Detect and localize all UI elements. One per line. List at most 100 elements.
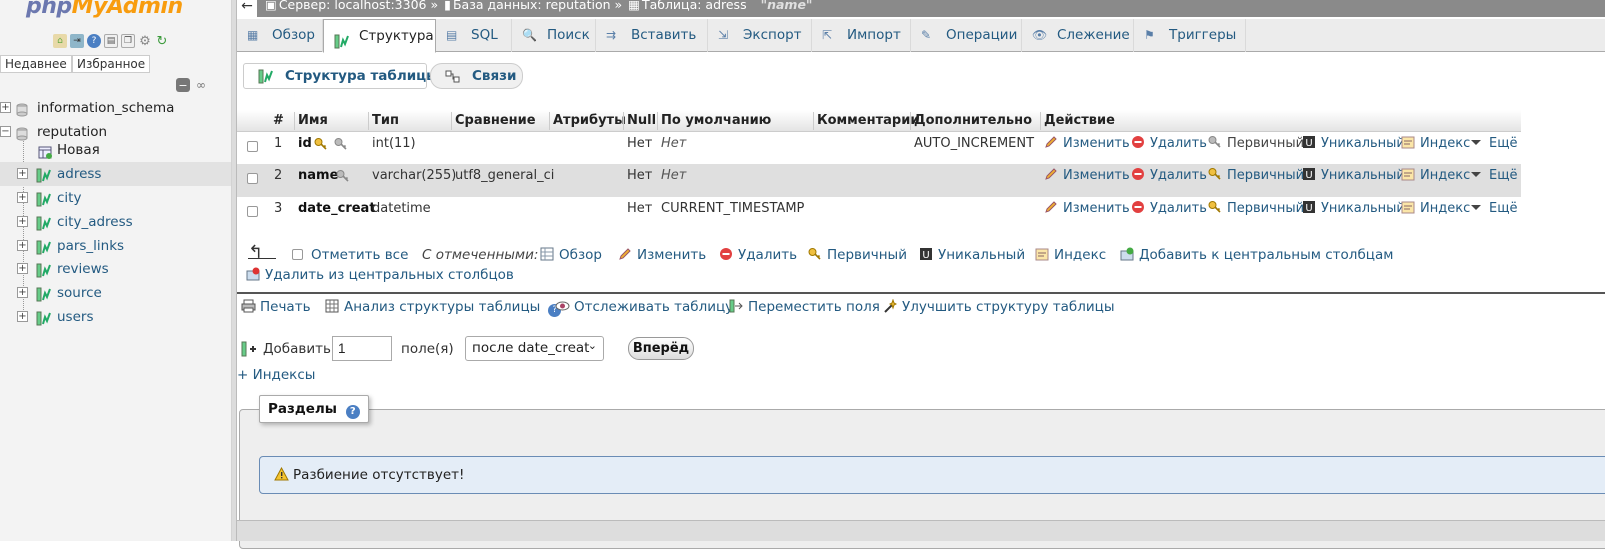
add-column-count-input[interactable] bbox=[332, 336, 392, 361]
column-header[interactable]: Тип bbox=[372, 110, 399, 132]
subtab-relations[interactable]: Связи bbox=[430, 63, 523, 89]
tab-4[interactable]: ⇉ Вставить bbox=[596, 19, 708, 52]
tree-table-item[interactable]: + adress bbox=[0, 162, 231, 186]
home-icon[interactable]: ⌂ bbox=[53, 34, 67, 48]
recent-button[interactable]: Недавнее bbox=[0, 55, 72, 73]
favorites-button[interactable]: Избранное bbox=[72, 55, 151, 73]
docs-icon[interactable]: ▤ bbox=[104, 34, 118, 48]
row-action-2[interactable]: Первичный bbox=[1208, 135, 1304, 153]
row-checkbox[interactable] bbox=[247, 206, 258, 217]
link-icon[interactable]: ∞ bbox=[194, 78, 208, 92]
expand-icon[interactable]: + bbox=[17, 216, 28, 227]
help-icon[interactable]: ? bbox=[345, 405, 360, 419]
phpmyadmin-logo[interactable]: phpMyAdmin bbox=[26, 0, 183, 19]
remove-central-columns-button[interactable]: Удалить из центральных столбцов bbox=[246, 266, 514, 284]
tree-table-item[interactable]: + city_adress bbox=[0, 210, 231, 234]
console-bar[interactable] bbox=[237, 520, 1605, 541]
row-action-3[interactable]: U Уникальный bbox=[1302, 135, 1405, 153]
column-name[interactable]: id bbox=[298, 135, 312, 153]
column-header[interactable]: Атрибуты bbox=[553, 110, 626, 132]
tab-2[interactable]: ▤ SQL bbox=[436, 19, 512, 52]
tab-1[interactable]: Структура bbox=[323, 19, 436, 53]
bulk-action-4[interactable]: U Уникальный bbox=[919, 246, 1025, 264]
column-position-select[interactable]: после date_creat ⌄ bbox=[465, 336, 604, 361]
tab-6[interactable]: ⇱ Импорт bbox=[812, 19, 911, 52]
back-arrow-icon[interactable]: ← bbox=[237, 0, 257, 17]
column-name[interactable]: name bbox=[298, 167, 338, 185]
column-name[interactable]: date_creat bbox=[298, 200, 376, 218]
tool-2[interactable]: Отслеживать таблицу bbox=[555, 298, 733, 316]
row-action-2[interactable]: Первичный bbox=[1208, 167, 1304, 185]
row-action-0[interactable]: Изменить bbox=[1044, 200, 1130, 218]
row-checkbox[interactable] bbox=[247, 141, 258, 152]
expand-icon[interactable]: + bbox=[0, 102, 11, 113]
tool-4[interactable]: Улучшить структуру таблицы bbox=[883, 298, 1114, 316]
gear-icon[interactable]: ⚙ bbox=[138, 34, 152, 48]
tree-new-table[interactable]: Новая bbox=[0, 138, 231, 162]
bulk-action-3[interactable]: Первичный bbox=[808, 246, 907, 264]
subtab-table-structure[interactable]: Структура таблицы bbox=[243, 63, 438, 89]
expand-icon[interactable]: + bbox=[17, 263, 28, 274]
column-header[interactable]: Сравнение bbox=[455, 110, 536, 132]
go-button[interactable]: Вперёд bbox=[628, 337, 694, 360]
row-action-4[interactable]: Индекс bbox=[1401, 135, 1470, 153]
bulk-action-2[interactable]: Удалить bbox=[719, 246, 797, 264]
bulk-action-6[interactable]: Добавить к центральным столбцам bbox=[1120, 246, 1393, 264]
logout-icon[interactable]: ⇥ bbox=[70, 34, 84, 48]
tab-8[interactable]: 👁 Слежение bbox=[1022, 19, 1134, 52]
bulk-action-1[interactable]: Изменить bbox=[618, 246, 706, 264]
expand-icon[interactable]: + bbox=[17, 168, 28, 179]
breadcrumb-table[interactable]: Таблица: adress bbox=[642, 0, 747, 12]
tree-table-item[interactable]: + city bbox=[0, 186, 231, 210]
bulk-action-5[interactable]: Индекс bbox=[1035, 246, 1106, 264]
expand-icon[interactable]: + bbox=[17, 311, 28, 322]
copy-icon[interactable]: ❐ bbox=[121, 34, 135, 48]
column-header[interactable]: Имя bbox=[298, 110, 328, 132]
check-all-label[interactable]: Отметить все bbox=[311, 246, 408, 264]
column-header[interactable]: Дополнительно bbox=[914, 110, 1032, 132]
tree-table-item[interactable]: + reviews bbox=[0, 257, 231, 281]
row-action-0[interactable]: Изменить bbox=[1044, 135, 1130, 153]
tab-5[interactable]: ⇲ Экспорт bbox=[708, 19, 812, 52]
expand-icon[interactable]: + bbox=[17, 287, 28, 298]
tab-7[interactable]: ✎ Операции bbox=[911, 19, 1022, 52]
tree-table-item[interactable]: + users bbox=[0, 305, 231, 329]
row-action-5[interactable]: Ещё bbox=[1470, 200, 1517, 218]
row-action-4[interactable]: Индекс bbox=[1401, 167, 1470, 185]
collapse-icon[interactable]: − bbox=[0, 126, 11, 137]
tab-0[interactable]: ▦ Обзор bbox=[237, 19, 323, 52]
collapse-all-icon[interactable]: − bbox=[176, 78, 190, 92]
tree-db-label[interactable]: information_schema bbox=[37, 96, 174, 120]
tree-table-item[interactable]: + source bbox=[0, 281, 231, 305]
row-action-0[interactable]: Изменить bbox=[1044, 167, 1130, 185]
row-action-2[interactable]: Первичный bbox=[1208, 200, 1304, 218]
indexes-link[interactable]: + Индексы bbox=[237, 366, 315, 384]
row-action-1[interactable]: Удалить bbox=[1131, 135, 1207, 153]
tab-9[interactable]: ⚑ Триггеры bbox=[1134, 19, 1246, 52]
tool-0[interactable]: Печать bbox=[241, 298, 311, 316]
help-icon[interactable]: ? bbox=[87, 34, 101, 48]
expand-icon[interactable]: + bbox=[17, 192, 28, 203]
tree-table-item[interactable]: + pars_links bbox=[0, 234, 231, 258]
row-action-5[interactable]: Ещё bbox=[1470, 167, 1517, 185]
breadcrumb-server[interactable]: Сервер: localhost:3306 » bbox=[279, 0, 438, 12]
row-action-1[interactable]: Удалить bbox=[1131, 167, 1207, 185]
tree-db-information-schema[interactable]: + information_schema bbox=[0, 96, 231, 120]
column-header[interactable]: Null bbox=[627, 110, 656, 132]
breadcrumb-database[interactable]: База данных: reputation » bbox=[453, 0, 622, 12]
expand-icon[interactable]: + bbox=[17, 240, 28, 251]
bulk-action-0[interactable]: Обзор bbox=[540, 246, 602, 264]
row-action-5[interactable]: Ещё bbox=[1470, 135, 1517, 153]
row-action-1[interactable]: Удалить bbox=[1131, 200, 1207, 218]
tool-3[interactable]: Переместить поля bbox=[729, 298, 880, 316]
row-action-4[interactable]: Индекс bbox=[1401, 200, 1470, 218]
column-header[interactable]: По умолчанию bbox=[661, 110, 771, 132]
tool-1[interactable]: Анализ структуры таблицы? bbox=[325, 298, 562, 317]
tab-3[interactable]: 🔍 Поиск bbox=[512, 19, 596, 52]
row-checkbox[interactable] bbox=[247, 173, 258, 184]
column-header[interactable]: # bbox=[273, 110, 284, 132]
nav-resize-handle[interactable] bbox=[232, 0, 237, 541]
column-header[interactable]: Комментарии bbox=[817, 110, 919, 132]
reload-icon[interactable]: ↻ bbox=[155, 34, 169, 48]
row-action-3[interactable]: U Уникальный bbox=[1302, 167, 1405, 185]
